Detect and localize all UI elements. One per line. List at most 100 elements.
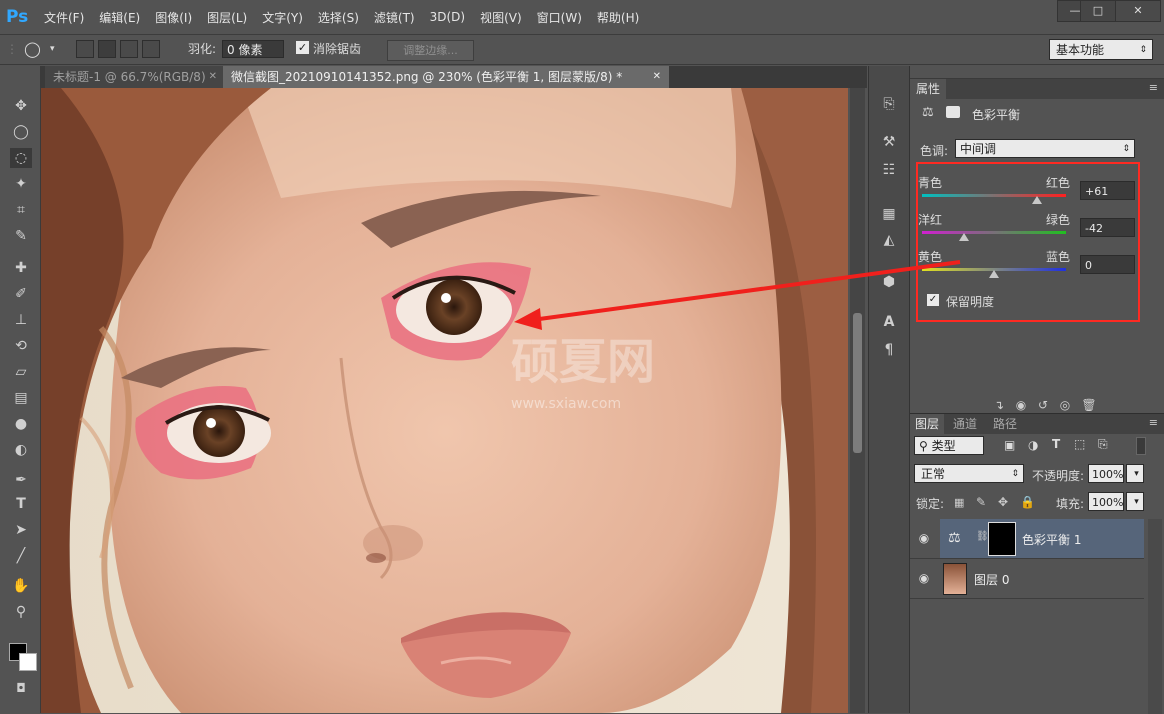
styles-panel-icon[interactable]: ◭ [878,230,900,250]
eyedropper-tool-icon[interactable]: ✎ [10,226,32,246]
tab-untitled[interactable]: 未标题-1 @ 66.7%(RGB/8) ✕ [45,66,223,88]
layer-row-layer-0[interactable]: ◉ 图层 0 [910,559,1144,599]
fill-dropdown-icon[interactable]: ▾ [1126,492,1144,511]
layer-name[interactable]: 色彩平衡 1 [1022,531,1081,548]
layer-filter-select[interactable]: ⚲ 类型 [914,436,984,455]
smart-object-filter-icon[interactable]: ⎘ [1098,437,1108,452]
background-color-swatch[interactable] [19,653,37,671]
character-panel-icon[interactable]: A [878,312,900,332]
menu-help[interactable]: 帮助(H) [597,9,639,26]
reset-icon[interactable]: ↺ [1034,396,1052,414]
menu-view[interactable]: 视图(V) [480,9,522,26]
workspace-select[interactable]: 基本功能 ⇕ [1049,39,1153,60]
clip-to-layer-icon[interactable]: ↴ [990,396,1008,414]
maximize-button[interactable]: □ [1080,0,1116,22]
visibility-eye-icon[interactable]: ◎ [1056,396,1074,414]
magenta-green-value[interactable]: -42 [1080,218,1135,237]
blend-mode-select[interactable]: 正常 ⇕ [914,464,1024,483]
lock-pixels-icon[interactable]: ✎ [976,495,986,509]
pen-tool-icon[interactable]: ✒ [10,470,32,490]
delete-icon[interactable]: 🗑 [1080,396,1098,414]
clone-stamp-tool-icon[interactable]: ⊥ [10,310,32,330]
shape-filter-icon[interactable]: ⬚ [1074,437,1085,451]
menu-select[interactable]: 选择(S) [318,9,359,26]
adjustments-panel-icon[interactable]: ☷ [878,160,900,180]
path-selection-tool-icon[interactable]: ➤ [10,520,32,540]
dodge-tool-icon[interactable]: ◐ [10,440,32,460]
close-icon[interactable]: ✕ [209,66,217,88]
adjustment-filter-icon[interactable]: ◑ [1028,438,1038,452]
subtract-selection-icon[interactable] [120,40,138,58]
type-tool-icon[interactable]: T [10,494,32,514]
panel-menu-icon[interactable]: ≡ [1149,416,1158,429]
move-tool-icon[interactable]: ✥ [10,96,32,116]
view-previous-state-icon[interactable]: ◉ [1012,396,1030,414]
gradient-tool-icon[interactable]: ▤ [10,388,32,408]
paragraph-panel-icon[interactable]: ¶ [878,340,900,360]
magenta-green-slider-track[interactable] [922,231,1066,234]
vertical-scrollbar[interactable] [850,88,865,713]
tone-select[interactable]: 中间调 ⇕ [955,139,1135,158]
pixel-filter-icon[interactable]: ▣ [1004,438,1015,452]
yellow-blue-slider-thumb[interactable] [989,270,999,278]
lock-position-icon[interactable]: ✥ [998,495,1008,509]
intersect-selection-icon[interactable] [142,40,160,58]
opacity-input[interactable]: 100% [1088,464,1124,483]
magenta-green-slider-thumb[interactable] [958,233,969,241]
layers-scrollbar[interactable] [1148,519,1162,714]
menu-edit[interactable]: 编辑(E) [99,9,140,26]
visibility-eye-icon[interactable]: ◉ [917,531,931,545]
tab-paths[interactable]: 路径 [988,414,1022,434]
lasso-tool-icon[interactable]: ◌ [10,148,32,168]
tab-properties[interactable]: 属性 [910,79,947,99]
filter-toggle-icon[interactable] [1136,437,1146,455]
menu-window[interactable]: 窗口(W) [537,9,582,26]
menu-image[interactable]: 图像(I) [155,9,192,26]
layer-mask-icon[interactable] [946,106,960,118]
panel-menu-icon[interactable]: ≡ [1149,81,1158,94]
cyan-red-slider-thumb[interactable] [1032,196,1043,204]
fill-input[interactable]: 100% [1088,492,1124,511]
hand-tool-icon[interactable]: ✋ [10,576,32,596]
preserve-luminosity-checkbox[interactable]: ✓ [927,294,939,306]
blur-tool-icon[interactable]: ● [10,414,32,434]
healing-brush-tool-icon[interactable]: ✚ [10,258,32,278]
crop-tool-icon[interactable]: ⌗ [10,200,32,220]
lock-all-icon[interactable]: 🔒 [1020,495,1035,509]
menu-file[interactable]: 文件(F) [44,9,84,26]
line-tool-icon[interactable]: ╱ [10,546,32,566]
add-to-selection-icon[interactable] [98,40,116,58]
quick-mask-icon[interactable]: ◘ [10,678,32,698]
lasso-tool-icon[interactable]: ◯ [24,39,41,59]
refine-edge-button[interactable]: 调整边缘... [387,40,474,61]
yellow-blue-value[interactable]: 0 [1080,255,1135,274]
scrollbar-thumb[interactable] [853,313,862,453]
feather-input[interactable]: 0 像素 [222,40,284,58]
layer-thumbnail[interactable] [943,563,967,595]
layer-mask-thumbnail[interactable] [988,522,1016,556]
history-brush-tool-icon[interactable]: ⟲ [10,336,32,356]
new-selection-icon[interactable] [76,40,94,58]
type-filter-icon[interactable]: T [1052,437,1060,451]
antialias-checkbox[interactable]: ✓ [296,41,309,54]
document-canvas[interactable]: 硕夏网 www.sxiaw.com [41,88,848,713]
tool-preset-dropdown-icon[interactable]: ▾ [50,39,55,59]
swatches-panel-icon[interactable]: ▦ [878,204,900,224]
menu-3d[interactable]: 3D(D) [430,10,465,24]
3d-panel-icon[interactable]: ⬢ [878,272,900,292]
brush-panel-icon[interactable]: ⚒ [878,132,900,152]
menu-filter[interactable]: 滤镜(T) [374,9,415,26]
lock-transparent-icon[interactable]: ▦ [954,496,964,509]
layer-name[interactable]: 图层 0 [974,571,1009,588]
history-panel-icon[interactable]: ⎘ [878,94,900,114]
tab-layers[interactable]: 图层 [910,414,945,434]
eraser-tool-icon[interactable]: ▱ [10,362,32,382]
visibility-eye-icon[interactable]: ◉ [917,571,931,585]
close-icon[interactable]: ✕ [653,66,661,88]
magic-wand-tool-icon[interactable]: ✦ [10,174,32,194]
zoom-tool-icon[interactable]: ⚲ [10,602,32,622]
marquee-tool-icon[interactable]: ◯ [10,122,32,142]
menu-layer[interactable]: 图层(L) [207,9,247,26]
tab-active-document[interactable]: 微信截图_20210910141352.png @ 230% (色彩平衡 1, … [223,66,669,88]
tab-channels[interactable]: 通道 [948,414,982,434]
